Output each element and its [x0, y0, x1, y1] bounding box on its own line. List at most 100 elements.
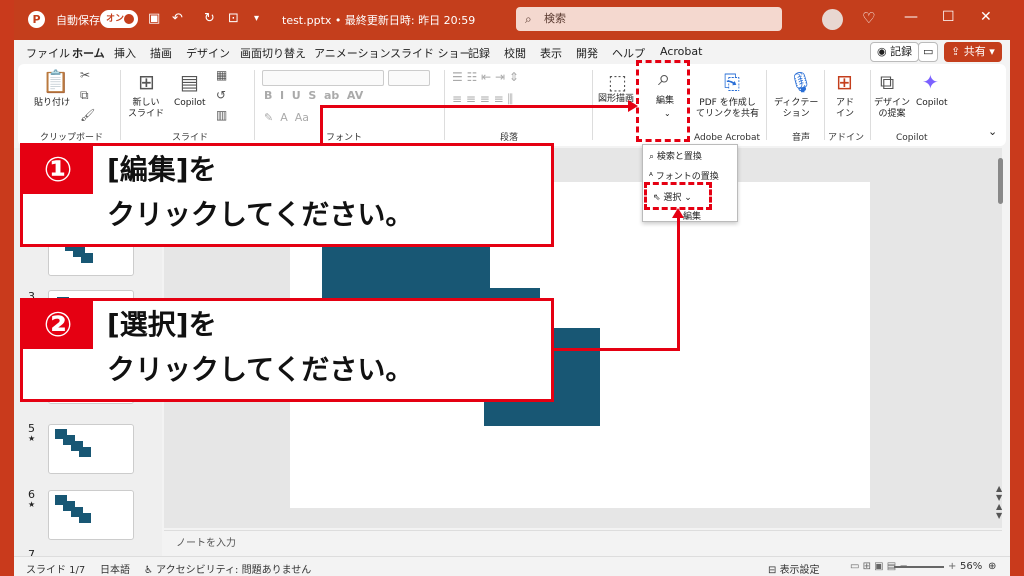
editor-scrollbar[interactable]: ▲ ▼ ▲ ▼ [994, 150, 1008, 530]
highlight-select-item [644, 182, 712, 210]
connector-line [552, 348, 680, 351]
tab-home[interactable]: ホーム [72, 45, 105, 66]
replace-fonts-item[interactable]: ᴬ フォントの置換 [649, 169, 719, 182]
designer-button[interactable]: デザイン の提案 [874, 98, 910, 120]
designer-icon[interactable]: ⧉ [880, 70, 894, 94]
lightbulb-icon[interactable]: ♡ [862, 9, 875, 27]
comment-icon[interactable]: ▭ [918, 42, 938, 62]
format-painter-icon[interactable]: 🖌 [80, 108, 95, 122]
zoom-slider[interactable] [894, 566, 944, 568]
maximize-icon[interactable]: ☐ [942, 9, 955, 25]
record-button[interactable]: ◉ 記録 [870, 42, 920, 62]
present-icon[interactable]: ⊡ [228, 11, 239, 26]
display-settings-button[interactable]: ⊟ 表示設定 [768, 561, 820, 576]
arrow-head [672, 208, 684, 218]
animation-star-icon: ★ [28, 500, 36, 509]
layout-icon[interactable]: ▦ [216, 68, 227, 82]
tab-animations[interactable]: アニメーション [314, 45, 391, 61]
redo-icon[interactable]: ↻ [204, 11, 215, 26]
tab-acrobat[interactable]: Acrobat [660, 45, 702, 58]
step-number: ① [23, 146, 93, 194]
font-color-buttons[interactable]: ✎ A Aa [264, 112, 309, 123]
copilot-button[interactable]: Copilot [916, 98, 948, 109]
paragraph-group-label: 段落 [500, 133, 519, 143]
addin-icon[interactable]: ⊞ [836, 70, 853, 94]
section-icon[interactable]: ▥ [216, 108, 227, 122]
language-status[interactable]: 日本語 [100, 561, 130, 576]
customize-toolbar-icon[interactable]: ▾ [254, 13, 259, 24]
animation-star-icon: ★ [28, 434, 36, 443]
arrow-head [628, 100, 638, 112]
font-group-label: フォント [326, 133, 363, 143]
tab-file[interactable]: ファイル [26, 45, 70, 61]
font-name-field[interactable] [262, 70, 384, 86]
adobe-group-label: Adobe Acrobat [694, 133, 761, 143]
share-button[interactable]: ⇪ 共有 ▾ [944, 42, 1002, 62]
shapes-icon[interactable]: ⬚ [608, 70, 627, 94]
tab-draw[interactable]: 描画 [150, 45, 172, 61]
copilot-icon[interactable]: ✦ [922, 70, 939, 94]
find-replace-item[interactable]: ⌕ 検索と置換 [649, 149, 702, 162]
slide-thumbnail-5[interactable] [48, 424, 134, 474]
font-format-buttons[interactable]: B I U S ab AV [264, 90, 363, 101]
zoom-level[interactable]: 56% [960, 561, 982, 572]
shape-rectangle[interactable] [322, 246, 374, 300]
tab-record[interactable]: 記録 [468, 45, 490, 61]
dictate-button[interactable]: ディクテー ション [774, 98, 818, 120]
pdf-share-button[interactable]: PDF を作成し てリンクを共有 [696, 98, 759, 120]
undo-icon[interactable]: ↶ [172, 11, 183, 26]
tab-slideshow[interactable]: スライド ショー [390, 45, 471, 61]
addin-group-label: アドイン [828, 133, 865, 143]
tab-design[interactable]: デザイン [186, 45, 230, 61]
cut-icon[interactable]: ✂ [80, 68, 90, 82]
slide-thumbnail-6[interactable] [48, 490, 134, 540]
new-slide-icon[interactable]: ⊞ [138, 70, 155, 94]
tab-view[interactable]: 表示 [540, 45, 562, 61]
avatar[interactable] [822, 9, 843, 30]
find-replace-icon: ⌕ [649, 152, 657, 162]
connector-line [320, 105, 323, 145]
tab-review[interactable]: 校閲 [504, 45, 526, 61]
copy-icon[interactable]: ⧉ [80, 88, 89, 103]
copilot-slides-icon[interactable]: ▤ [180, 70, 199, 94]
pdf-share-icon[interactable]: ⎘ [724, 70, 740, 94]
tab-help[interactable]: ヘルプ [612, 45, 645, 61]
paste-icon[interactable]: 📋 [42, 70, 69, 95]
search-icon: ⌕ [525, 12, 532, 26]
slides-group-label: スライド [172, 133, 209, 143]
copilot-group-label: Copilot [896, 133, 928, 143]
notes-pane[interactable]: ノートを入力 [164, 530, 1002, 556]
search-box[interactable]: ⌕ 検索 [516, 7, 782, 31]
voice-group-label: 音声 [792, 133, 811, 143]
new-slide-button[interactable]: 新しい スライド [128, 98, 164, 120]
autosave-toggle[interactable]: オン [100, 10, 138, 28]
tab-developer[interactable]: 開発 [576, 45, 598, 61]
powerpoint-logo-icon: P [28, 11, 45, 28]
step-number: ② [23, 301, 93, 349]
powerpoint-window: P 自動保存 オン ▣ ↶ ↻ ⊡ ▾ test.pptx • 最終更新日時: … [14, 0, 1010, 576]
callout-line2: クリックしてください。 [107, 198, 414, 231]
reset-icon[interactable]: ↺ [216, 88, 226, 102]
microphone-icon[interactable]: 🎙 [788, 70, 813, 94]
align-buttons[interactable]: ≡ ≡ ≡ ≡ ⫼ [452, 93, 513, 105]
tab-transitions[interactable]: 画面切り替え [240, 45, 306, 61]
callout-line1: [編集]を [107, 153, 217, 186]
fit-to-window-icon[interactable]: ⊕ [988, 561, 996, 572]
copilot-slides-button[interactable]: Copilot [174, 98, 206, 109]
title-bar: P 自動保存 オン ▣ ↶ ↻ ⊡ ▾ test.pptx • 最終更新日時: … [14, 0, 1010, 40]
font-size-field[interactable] [388, 70, 430, 86]
callout-step-2: ② [選択]を クリックしてください。 [20, 298, 554, 402]
connector-line [677, 216, 680, 351]
save-icon[interactable]: ▣ [148, 11, 160, 26]
display-settings-icon: ⊟ [768, 565, 780, 576]
list-buttons[interactable]: ☰ ☷ ⇤ ⇥ ⇕ [452, 71, 519, 83]
tab-insert[interactable]: 挿入 [114, 45, 136, 61]
accessibility-status[interactable]: ♿ アクセシビリティ: 問題ありません [144, 561, 311, 576]
close-icon[interactable]: ✕ [980, 9, 992, 25]
callout-step-1: ① [編集]を クリックしてください。 [20, 143, 554, 247]
addin-button[interactable]: アド イン [836, 98, 854, 120]
paste-button[interactable]: 貼り付け [34, 98, 70, 109]
minimize-icon[interactable]: — [904, 9, 918, 25]
collapse-ribbon-icon[interactable]: ⌄ [988, 126, 997, 137]
zoom-in-icon[interactable]: + [948, 561, 956, 572]
